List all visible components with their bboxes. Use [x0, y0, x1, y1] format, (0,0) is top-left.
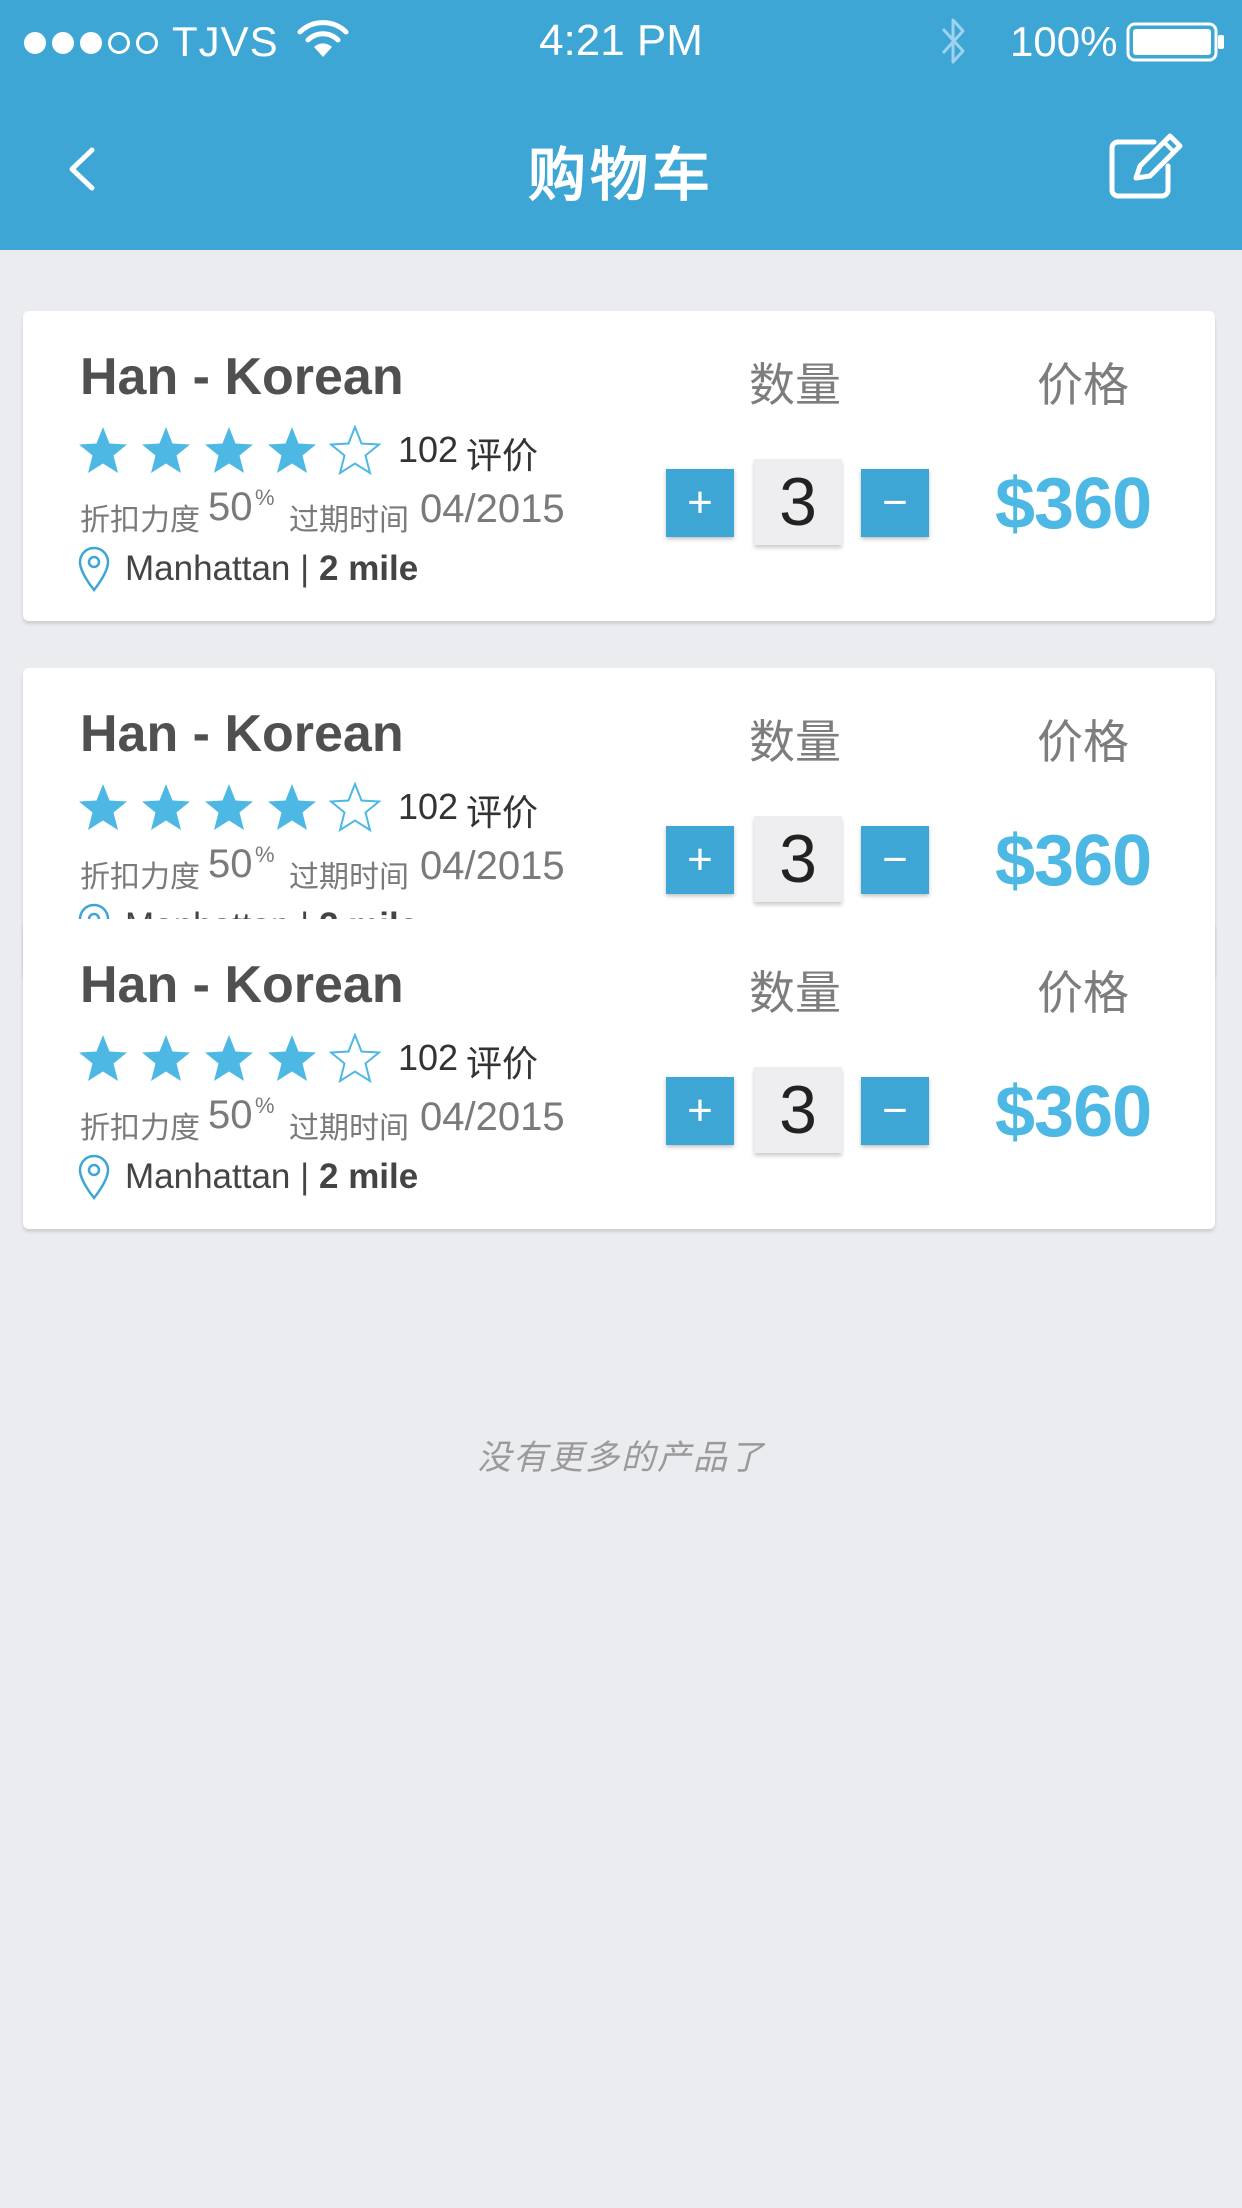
discount-label: 折扣力度: [80, 861, 200, 894]
star-empty-icon: [329, 425, 381, 475]
review-label: 评价: [466, 435, 539, 476]
increase-quantity-button[interactable]: +: [666, 469, 734, 537]
increase-quantity-button[interactable]: +: [666, 826, 734, 894]
item-price: $360: [995, 1072, 1152, 1152]
quantity-label: 数量: [749, 967, 841, 1019]
star-filled-icon: [79, 1035, 127, 1081]
battery-icon: [1126, 22, 1224, 62]
restaurant-name: Han - Korean: [80, 705, 404, 763]
quantity-field[interactable]: 3: [754, 459, 842, 545]
edit-button[interactable]: [1106, 130, 1186, 202]
edit-icon: [1109, 133, 1183, 199]
discount-unit: %: [255, 842, 275, 867]
discount-label: 折扣力度: [80, 1112, 200, 1145]
header: TJVS 4:21 PM 100% 购物车: [0, 0, 1242, 250]
review-count: 102: [398, 429, 459, 470]
discount-value: 50: [208, 842, 253, 886]
discount-unit: %: [255, 485, 275, 510]
distance: 2 mile: [319, 549, 419, 588]
price-label: 价格: [1037, 359, 1129, 411]
star-filled-icon: [142, 784, 190, 830]
star-filled-icon: [268, 427, 316, 473]
discount-label: 折扣力度: [80, 504, 200, 537]
discount-unit: %: [255, 1093, 275, 1118]
quantity-label: 数量: [749, 716, 841, 768]
star-filled-icon: [142, 1035, 190, 1081]
rating-stars: [77, 425, 381, 475]
star-filled-icon: [268, 1035, 316, 1081]
cart-item-card[interactable]: Han - Korean 102 评价 折扣力度 50 % 过期时间 04/20…: [23, 919, 1215, 1229]
price-label: 价格: [1037, 967, 1129, 1019]
battery-percent: 100%: [1010, 18, 1118, 65]
decrease-quantity-button[interactable]: −: [861, 826, 929, 894]
location-pin-icon: [78, 546, 110, 592]
rating-stars: [77, 1033, 381, 1083]
star-filled-icon: [205, 784, 253, 830]
star-filled-icon: [268, 784, 316, 830]
decrease-quantity-button[interactable]: −: [861, 1077, 929, 1145]
star-filled-icon: [79, 427, 127, 473]
star-filled-icon: [205, 427, 253, 473]
decrease-quantity-button[interactable]: −: [861, 469, 929, 537]
expire-value: 04/2015: [420, 487, 565, 531]
page-title: 购物车: [527, 143, 714, 208]
navigation-bar: 购物车: [0, 86, 1242, 250]
expire-value: 04/2015: [420, 844, 565, 888]
bluetooth-icon: [941, 18, 965, 64]
restaurant-name: Han - Korean: [80, 348, 404, 406]
cart-screen: TJVS 4:21 PM 100% 购物车 Han - Korean 102 评…: [0, 0, 1242, 2208]
review-count: 102: [398, 786, 459, 827]
cart-item-card[interactable]: Han - Korean 102 评价 折扣力度 50 % 过期时间 04/20…: [23, 311, 1215, 621]
location: Manhattan |: [125, 549, 310, 588]
review-label: 评价: [466, 792, 539, 833]
expire-label: 过期时间: [289, 1112, 409, 1145]
review-count: 102: [398, 1037, 459, 1078]
expire-label: 过期时间: [289, 504, 409, 537]
status-bar: TJVS 4:21 PM 100%: [0, 0, 1242, 86]
quantity-field[interactable]: 3: [754, 816, 842, 902]
distance: 2 mile: [319, 1157, 419, 1196]
location: Manhattan |: [125, 1157, 310, 1196]
review-label: 评价: [466, 1043, 539, 1084]
expire-label: 过期时间: [289, 861, 409, 894]
location-pin-icon: [78, 1154, 110, 1200]
star-filled-icon: [142, 427, 190, 473]
increase-quantity-button[interactable]: +: [666, 1077, 734, 1145]
star-empty-icon: [329, 1033, 381, 1083]
quantity-field[interactable]: 3: [754, 1067, 842, 1153]
discount-value: 50: [208, 485, 253, 529]
discount-value: 50: [208, 1093, 253, 1137]
star-empty-icon: [329, 782, 381, 832]
expire-value: 04/2015: [420, 1095, 565, 1139]
price-label: 价格: [1037, 716, 1129, 768]
item-price: $360: [995, 821, 1152, 901]
item-price: $360: [995, 464, 1152, 544]
star-filled-icon: [205, 1035, 253, 1081]
rating-stars: [77, 782, 381, 832]
end-of-list-message: 没有更多的产品了: [477, 1439, 765, 1477]
quantity-label: 数量: [749, 359, 841, 411]
restaurant-name: Han - Korean: [80, 956, 404, 1014]
star-filled-icon: [79, 784, 127, 830]
